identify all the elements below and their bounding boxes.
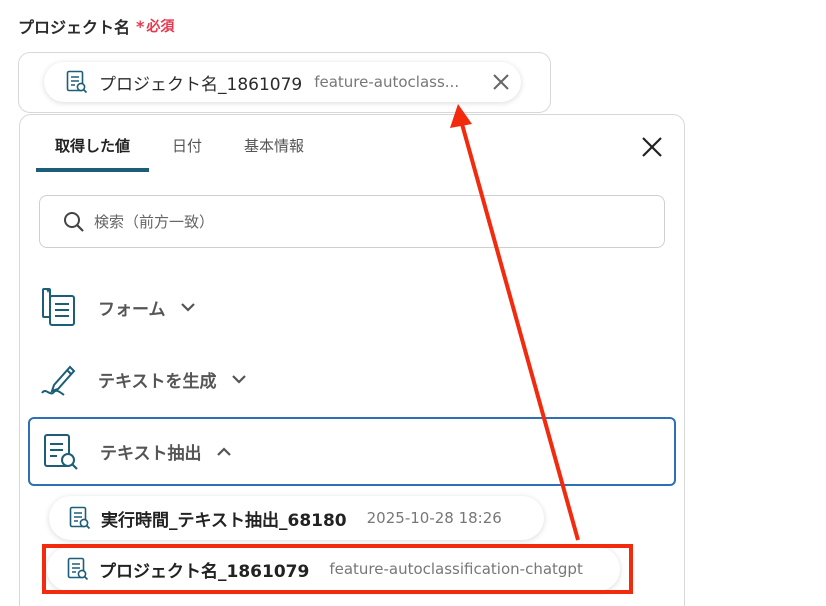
required-star: * [136, 16, 145, 36]
tab-acquired-values[interactable]: 取得した値 [36, 115, 150, 172]
selected-value-chip[interactable]: プロジェクト名_1861079 feature-autoclass... [44, 62, 521, 102]
required-text: 必須 [146, 19, 175, 35]
value-item[interactable]: 実行時間_テキスト抽出_68180 2025-10-28 18:26 [49, 496, 544, 540]
field-label: プロジェクト名 * 必須 [18, 14, 174, 38]
group-generate-text[interactable]: テキストを生成 [28, 345, 676, 413]
chevron-down-icon [231, 375, 246, 384]
field-label-text: プロジェクト名 [18, 18, 131, 37]
document-search-icon [69, 506, 91, 530]
tab-bar: 取得した値 日付 基本情報 [36, 115, 323, 172]
tab-basic-info[interactable]: 基本情報 [225, 115, 323, 172]
chip-value: feature-autoclass... [314, 73, 460, 91]
document-search-icon [44, 433, 78, 470]
chevron-down-icon [180, 303, 195, 312]
group-label: テキスト抽出 [100, 444, 202, 464]
form-icon [42, 288, 75, 326]
close-icon[interactable] [640, 135, 664, 159]
search-placeholder: 検索（前方一致） [94, 213, 215, 231]
chevron-up-icon [216, 446, 231, 456]
group-label: テキストを生成 [98, 371, 217, 392]
project-name-field[interactable]: プロジェクト名_1861079 feature-autoclass... [18, 52, 551, 113]
group-label: フォーム [98, 299, 166, 320]
tab-date[interactable]: 日付 [153, 115, 221, 172]
value-picker-panel: 取得した値 日付 基本情報 検索（前方一致） フォーム テキストを生成 テキスト… [19, 114, 685, 606]
group-text-extraction[interactable]: テキスト抽出 [28, 417, 676, 486]
remove-chip-icon[interactable] [491, 72, 511, 92]
document-search-icon [66, 70, 88, 94]
search-input[interactable]: 検索（前方一致） [39, 195, 665, 248]
item-meta: 2025-10-28 18:26 [366, 509, 502, 527]
pen-icon [41, 365, 76, 396]
chip-name: プロジェクト名_1861079 [99, 74, 303, 95]
item-name: 実行時間_テキスト抽出_68180 [101, 510, 347, 531]
search-icon [64, 211, 84, 232]
group-form[interactable]: フォーム [28, 273, 676, 341]
annotation-highlight-box [42, 544, 633, 594]
